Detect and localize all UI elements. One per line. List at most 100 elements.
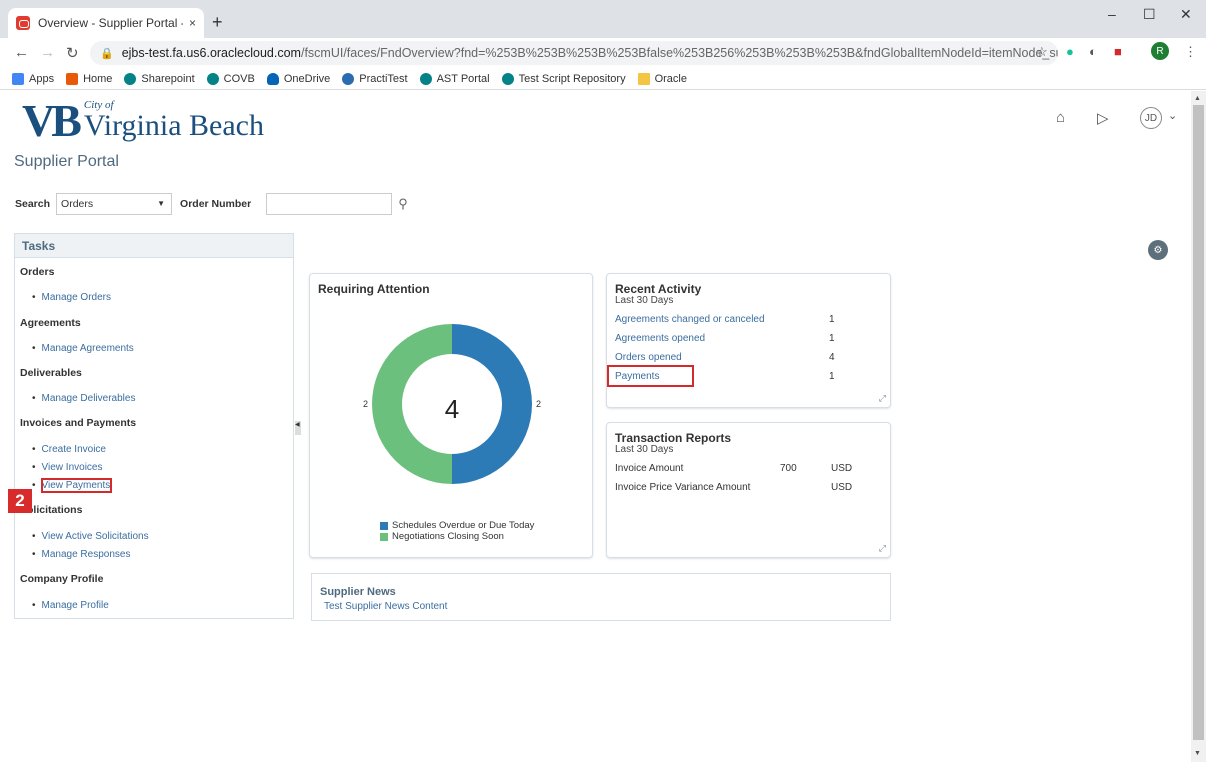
home-icon[interactable]: ⌂ bbox=[1056, 109, 1065, 126]
report-label[interactable]: Invoice Price Variance Amount bbox=[615, 482, 750, 493]
task-group-invoices-payments: Invoices and Payments bbox=[20, 417, 137, 429]
bookmark-covb[interactable]: COVB bbox=[206, 72, 255, 85]
folder-icon bbox=[637, 72, 650, 85]
reload-icon[interactable]: ↻ bbox=[66, 44, 79, 62]
window-close-button[interactable]: ✕ bbox=[1180, 6, 1192, 23]
extension-red-icon[interactable]: ■ bbox=[1114, 44, 1122, 59]
legend-swatch bbox=[380, 532, 388, 541]
task-group-company-profile: Company Profile bbox=[20, 573, 104, 585]
new-tab-button[interactable]: + bbox=[212, 12, 223, 33]
extension-icon[interactable]: ◐ bbox=[1089, 44, 1097, 59]
tab-title: Overview - Supplier Portal - Orac bbox=[38, 16, 183, 30]
page-scrollbar[interactable]: ▲ ▼ bbox=[1191, 91, 1206, 762]
bookmark-label: Home bbox=[83, 72, 113, 85]
chevron-down-icon: ▼ bbox=[157, 199, 166, 208]
task-link-manage-profile[interactable]: Manage Profile bbox=[32, 600, 109, 611]
task-link-manage-responses[interactable]: Manage Responses bbox=[32, 549, 131, 560]
browser-tab-strip: Overview - Supplier Portal - Orac × + – … bbox=[0, 0, 1206, 38]
task-link-view-active-solicitations[interactable]: View Active Solicitations bbox=[32, 531, 149, 542]
legend-item-overdue[interactable]: Schedules Overdue or Due Today bbox=[380, 520, 534, 531]
bookmark-oracle[interactable]: Oracle bbox=[637, 72, 687, 85]
report-label[interactable]: Invoice Amount bbox=[615, 463, 683, 474]
search-icon[interactable]: ⚲ bbox=[398, 196, 408, 212]
scrollbar-thumb[interactable] bbox=[1193, 105, 1204, 740]
tasks-header: Tasks bbox=[15, 234, 293, 258]
cloud-icon bbox=[266, 72, 279, 85]
bookmark-sharepoint[interactable]: Sharepoint bbox=[124, 72, 195, 85]
report-currency: USD bbox=[831, 463, 853, 474]
donut-chart[interactable]: 4 bbox=[310, 274, 594, 559]
task-link-create-invoice[interactable]: Create Invoice bbox=[32, 444, 106, 455]
bookmark-practitest[interactable]: PractiTest bbox=[342, 72, 408, 85]
browser-tab-active[interactable]: Overview - Supplier Portal - Orac × bbox=[8, 8, 204, 38]
activity-count: 4 bbox=[829, 352, 835, 363]
donut-slice-1[interactable] bbox=[372, 324, 452, 484]
logo-text: City of Virginia Beach bbox=[84, 99, 264, 143]
back-arrow-icon[interactable]: ← bbox=[14, 44, 29, 61]
browser-menu-icon[interactable]: ⋮ bbox=[1184, 44, 1197, 60]
practitest-icon bbox=[342, 72, 355, 85]
bookmark-home[interactable]: Home bbox=[66, 72, 113, 85]
activity-link-orders-opened[interactable]: Orders opened bbox=[615, 352, 682, 363]
legend-label: Schedules Overdue or Due Today bbox=[392, 520, 535, 531]
bookmark-apps[interactable]: Apps bbox=[12, 72, 54, 85]
bookmark-label: PractiTest bbox=[359, 72, 408, 85]
url-host: ejbs-test.fa.us6.oraclecloud.com bbox=[121, 46, 301, 60]
supplier-news-panel: Supplier News Test Supplier News Content bbox=[311, 573, 891, 621]
requiring-attention-card: Requiring Attention 4 2 2 Schedules Over… bbox=[309, 273, 593, 558]
legend-label: Negotiations Closing Soon bbox=[392, 531, 504, 542]
city-logo[interactable]: VB City of Virginia Beach bbox=[22, 97, 264, 144]
transaction-reports-title: Transaction Reports bbox=[615, 431, 732, 445]
activity-link-agreements-opened[interactable]: Agreements opened bbox=[615, 333, 705, 344]
scroll-up-icon[interactable]: ▲ bbox=[1194, 95, 1201, 102]
expand-icon[interactable]: ⤢ bbox=[879, 543, 886, 554]
url-path: /fscmUI/faces/FndOverview?fnd=%253B%253B… bbox=[300, 46, 1058, 60]
navigator-icon[interactable]: ▷ bbox=[1097, 109, 1109, 127]
expand-icon[interactable]: ⤢ bbox=[879, 393, 886, 404]
bookmark-ast-portal[interactable]: AST Portal bbox=[419, 72, 490, 85]
task-group-orders: Orders bbox=[20, 266, 55, 278]
bookmark-test-script-repository[interactable]: Test Script Repository bbox=[501, 72, 626, 85]
bookmark-star-icon[interactable]: ☆ bbox=[1036, 44, 1048, 60]
user-menu-caret-icon[interactable]: ⌄ bbox=[1168, 109, 1177, 122]
activity-link-agreements-changed[interactable]: Agreements changed or canceled bbox=[615, 314, 765, 325]
task-link-manage-agreements[interactable]: Manage Agreements bbox=[32, 343, 134, 354]
logo-cityof: City of bbox=[83, 99, 114, 111]
task-link-manage-orders[interactable]: Manage Orders bbox=[32, 292, 111, 303]
transaction-reports-subtitle: Last 30 Days bbox=[615, 444, 674, 455]
forward-arrow-icon[interactable]: → bbox=[40, 44, 55, 61]
scroll-down-icon[interactable]: ▼ bbox=[1194, 750, 1201, 757]
bookmarks-bar: Apps Home Sharepoint COVB OneDrive Pract… bbox=[0, 68, 1206, 90]
activity-count: 1 bbox=[829, 371, 835, 382]
tab-close-icon[interactable]: × bbox=[189, 16, 196, 30]
task-group-agreements: Agreements bbox=[20, 317, 81, 329]
personalize-settings-icon[interactable]: ⚙ bbox=[1148, 240, 1168, 260]
user-initials: JD bbox=[1144, 112, 1158, 124]
donut-slice-0[interactable] bbox=[452, 324, 532, 484]
bookmark-label: AST Portal bbox=[436, 72, 490, 85]
profile-avatar[interactable]: R bbox=[1151, 42, 1169, 60]
sharepoint-icon bbox=[206, 72, 219, 85]
grammarly-extension-icon[interactable]: ● bbox=[1066, 44, 1074, 59]
legend-swatch bbox=[380, 521, 388, 530]
supplier-news-title: Supplier News bbox=[320, 586, 396, 598]
search-bar: Search Orders ▼ Order Number ⚲ bbox=[15, 193, 408, 215]
address-bar[interactable]: 🔒 ejbs-test.fa.us6.oraclecloud.com/fscmU… bbox=[90, 41, 1058, 65]
payments-highlight bbox=[607, 365, 694, 387]
window-maximize-button[interactable]: ☐ bbox=[1143, 6, 1156, 23]
task-link-view-invoices[interactable]: View Invoices bbox=[32, 462, 103, 473]
search-type-select[interactable]: Orders ▼ bbox=[56, 193, 173, 215]
collapse-panel-handle[interactable]: ◀ bbox=[295, 421, 301, 435]
task-link-manage-deliverables[interactable]: Manage Deliverables bbox=[32, 393, 136, 404]
lock-icon: 🔒 bbox=[100, 47, 114, 60]
window-minimize-button[interactable]: – bbox=[1108, 6, 1116, 22]
bookmark-label: Sharepoint bbox=[141, 72, 195, 85]
page-content: VB City of Virginia Beach ⌂ ▷ JD ⌄ Suppl… bbox=[0, 91, 1206, 762]
bookmark-onedrive[interactable]: OneDrive bbox=[266, 72, 330, 85]
user-menu[interactable]: JD bbox=[1140, 107, 1162, 129]
legend-item-negotiations[interactable]: Negotiations Closing Soon bbox=[380, 531, 504, 542]
view-payments-highlight bbox=[41, 478, 112, 493]
order-number-input[interactable] bbox=[266, 193, 393, 215]
supplier-news-content[interactable]: Test Supplier News Content bbox=[324, 601, 447, 612]
bookmark-label: Oracle bbox=[654, 72, 687, 85]
